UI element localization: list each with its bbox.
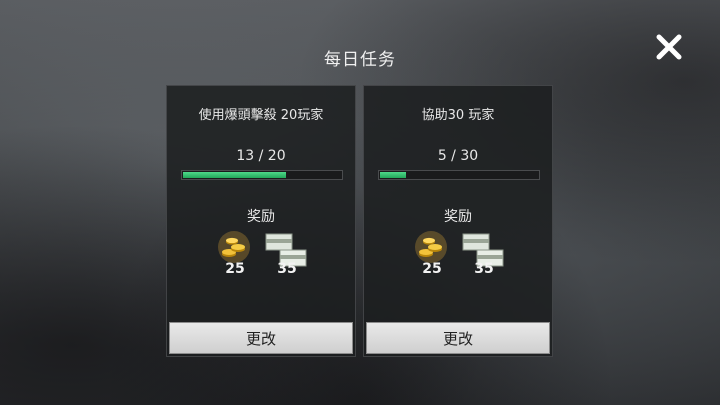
mission-description: 協助30 玩家: [421, 108, 495, 123]
progress-text: 5 / 30: [437, 148, 479, 164]
dialog-title: 每日任务: [324, 50, 396, 70]
close-button[interactable]: [650, 30, 688, 66]
progress-bar-fill: [380, 172, 406, 178]
close-icon: [656, 34, 682, 60]
progress-bar: [378, 170, 540, 180]
change-mission-button[interactable]: 更改: [169, 322, 353, 354]
progress-bar-fill: [183, 172, 286, 178]
change-mission-button[interactable]: 更改: [366, 322, 550, 354]
reward-label: 奖励: [444, 209, 472, 225]
cash-reward-value: 35: [277, 261, 297, 277]
reward-label: 奖励: [247, 209, 275, 225]
gold-coins-icon: [415, 231, 447, 263]
mission-card-2: 協助30 玩家 5 / 30 奖励 25 35 更改: [363, 85, 553, 357]
coin-reward-value: 25: [422, 261, 442, 277]
cash-reward-value: 35: [474, 261, 494, 277]
progress-text: 13 / 20: [236, 148, 286, 164]
mission-description: 使用爆頭擊殺 20玩家: [198, 108, 324, 123]
progress-bar: [181, 170, 343, 180]
coin-reward-value: 25: [225, 261, 245, 277]
gold-coins-icon: [218, 231, 250, 263]
mission-card-1: 使用爆頭擊殺 20玩家 13 / 20 奖励 25 35 更改: [166, 85, 356, 357]
